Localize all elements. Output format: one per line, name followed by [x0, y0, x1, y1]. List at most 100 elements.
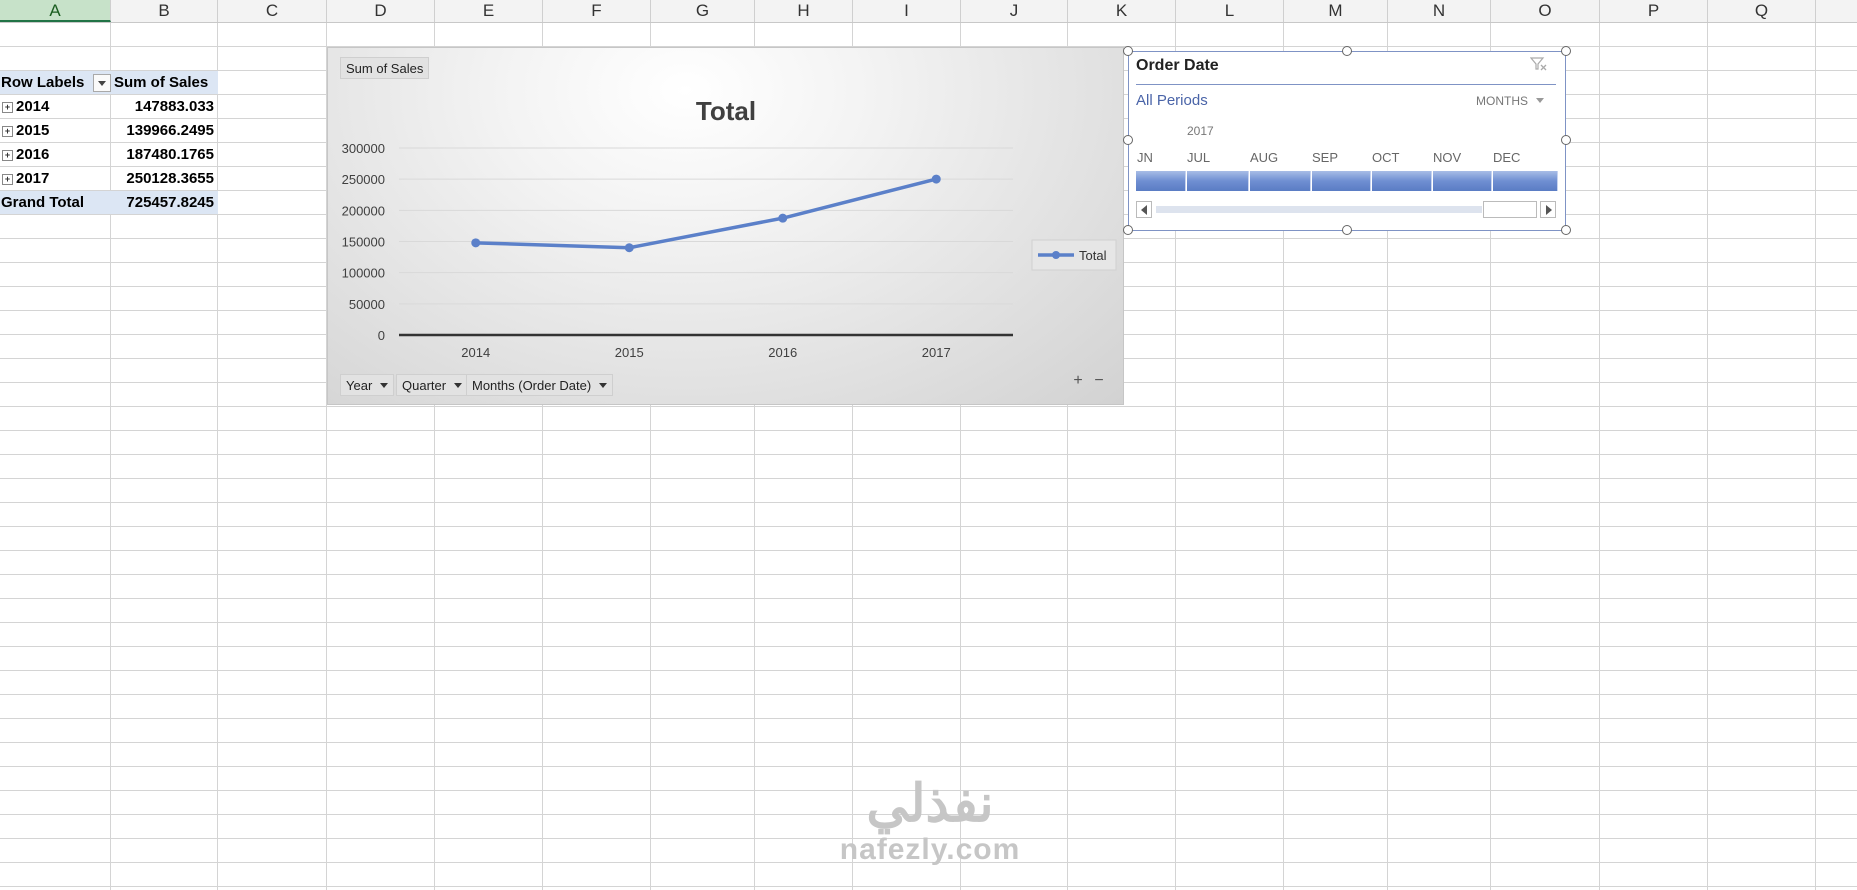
slicer-divider — [1136, 84, 1556, 85]
collapse-field-button[interactable]: − — [1090, 372, 1108, 390]
column-header-l[interactable]: L — [1176, 0, 1284, 22]
column-header-m[interactable]: M — [1284, 0, 1388, 22]
y-tick-label: 50000 — [349, 297, 385, 312]
chart-title: Total — [696, 96, 756, 126]
resize-handle[interactable] — [1342, 46, 1352, 56]
axis-field-label: Quarter — [402, 378, 447, 393]
resize-handle[interactable] — [1561, 225, 1571, 235]
scroll-track[interactable] — [1156, 206, 1482, 213]
x-tick-label: 2017 — [922, 345, 951, 360]
y-tick-label: 0 — [378, 328, 385, 343]
axis-field-button-quarter[interactable]: Quarter — [396, 374, 469, 396]
column-header-f[interactable]: F — [543, 0, 651, 22]
resize-handle[interactable] — [1123, 225, 1133, 235]
slicer-month-label: AUG — [1250, 150, 1279, 165]
slicer-month-label: SEP — [1312, 150, 1339, 165]
slicer-title: Order Date — [1136, 57, 1219, 74]
column-header-o[interactable]: O — [1491, 0, 1600, 22]
y-tick-label: 200000 — [342, 203, 385, 218]
pivot-row-value: 187480.1765 — [126, 146, 214, 163]
column-header-q[interactable]: Q — [1708, 0, 1816, 22]
data-point — [471, 238, 481, 248]
pivot-row[interactable]: +2015 — [0, 119, 111, 142]
axis-field-label: Year — [346, 378, 373, 393]
resize-handle[interactable] — [1123, 135, 1133, 145]
pivot-row-label: 2016 — [16, 146, 50, 163]
slicer-period-cell[interactable] — [1250, 171, 1311, 191]
dropdown-arrow-icon — [380, 383, 389, 388]
column-header-e[interactable]: E — [435, 0, 543, 22]
slicer-period-cell[interactable] — [1136, 171, 1186, 191]
expand-icon[interactable]: + — [2, 174, 13, 185]
dropdown-arrow-icon — [599, 383, 608, 388]
scroll-left-button[interactable] — [1136, 201, 1152, 218]
slicer-period-cell[interactable] — [1433, 171, 1492, 191]
slicer-year-label: 2017 — [1187, 124, 1214, 138]
slicer-scrollbar[interactable] — [1136, 201, 1556, 218]
pivot-row-value: 147883.033 — [134, 98, 214, 115]
slicer-period-cell[interactable] — [1372, 171, 1432, 191]
scroll-right-icon — [1546, 205, 1552, 215]
row-labels-filter-button[interactable] — [92, 74, 111, 93]
expand-field-button[interactable]: + — [1069, 372, 1087, 390]
pivot-row-labels-header: Row Labels — [0, 71, 111, 94]
chevron-down-icon — [1536, 98, 1544, 103]
column-header-c[interactable]: C — [218, 0, 327, 22]
slicer-period-cell[interactable] — [1312, 171, 1371, 191]
column-header-a[interactable]: A — [0, 0, 111, 22]
data-point — [778, 213, 788, 223]
expand-icon[interactable]: + — [2, 102, 13, 113]
scroll-thumb[interactable] — [1483, 201, 1537, 218]
axis-field-button-months[interactable]: Months (Order Date) — [466, 374, 614, 396]
pivot-row[interactable]: +2014 — [0, 95, 111, 118]
column-header-g[interactable]: G — [651, 0, 755, 22]
clear-filter-icon[interactable] — [1530, 56, 1548, 72]
pivot-chart[interactable]: Sum of Sales Total 0 50000 100000 150000 2000… — [327, 47, 1124, 405]
resize-handle[interactable] — [1561, 135, 1571, 145]
column-header-h[interactable]: H — [755, 0, 853, 22]
column-header-bar[interactable]: ABCDEFGHIJKLMNOPQ — [0, 0, 1857, 23]
slicer-month-label: NOV — [1433, 150, 1462, 165]
resize-handle[interactable] — [1561, 46, 1571, 56]
pivot-row-label: 2015 — [16, 122, 50, 139]
pivot-row[interactable]: +2016 — [0, 143, 111, 166]
all-periods-label: All Periods — [1136, 92, 1208, 109]
scroll-left-icon — [1141, 205, 1147, 215]
data-point — [624, 243, 634, 253]
scroll-right-button[interactable] — [1540, 201, 1556, 218]
timeline-slicer[interactable]: Order Date All Periods MONTHS 2017 JN JUL… — [1128, 51, 1566, 231]
pivot-row-value: 250128.3655 — [126, 170, 214, 187]
pivot-grand-total-value: 725457.8245 — [111, 191, 218, 214]
column-header-i[interactable]: I — [853, 0, 961, 22]
column-header-j[interactable]: J — [961, 0, 1068, 22]
resize-handle[interactable] — [1123, 46, 1133, 56]
slicer-month-label: JN — [1137, 150, 1153, 165]
slicer-month-label: OCT — [1372, 150, 1400, 165]
y-tick-label: 100000 — [342, 266, 385, 281]
legend-label: Total — [1079, 248, 1107, 263]
series-line-total — [475, 177, 937, 250]
row-labels-label: Row Labels — [1, 74, 85, 91]
column-header-n[interactable]: N — [1388, 0, 1491, 22]
time-level-label: MONTHS — [1476, 94, 1528, 108]
slicer-period-cell[interactable] — [1493, 171, 1558, 191]
pivot-row-label: 2014 — [16, 98, 50, 115]
expand-icon[interactable]: + — [2, 150, 13, 161]
pivot-sum-header: Sum of Sales — [111, 71, 218, 94]
axis-field-button-year[interactable]: Year — [340, 374, 395, 396]
pivot-row[interactable]: +2017 — [0, 167, 111, 190]
watermark-arabic: نفذلي — [866, 775, 994, 833]
expand-icon[interactable]: + — [2, 126, 13, 137]
y-tick-label: 150000 — [342, 235, 385, 250]
column-header-k[interactable]: K — [1068, 0, 1176, 22]
column-header-d[interactable]: D — [327, 0, 435, 22]
time-level-dropdown[interactable]: MONTHS — [1476, 94, 1544, 108]
slicer-period-cell[interactable] — [1187, 171, 1249, 191]
slicer-month-label: DEC — [1493, 150, 1521, 165]
resize-handle[interactable] — [1342, 225, 1352, 235]
column-header-b[interactable]: B — [111, 0, 218, 22]
dropdown-arrow-icon — [454, 383, 463, 388]
column-header-p[interactable]: P — [1600, 0, 1708, 22]
x-tick-label: 2016 — [768, 345, 797, 360]
slicer-month-label: JUL — [1187, 150, 1211, 165]
